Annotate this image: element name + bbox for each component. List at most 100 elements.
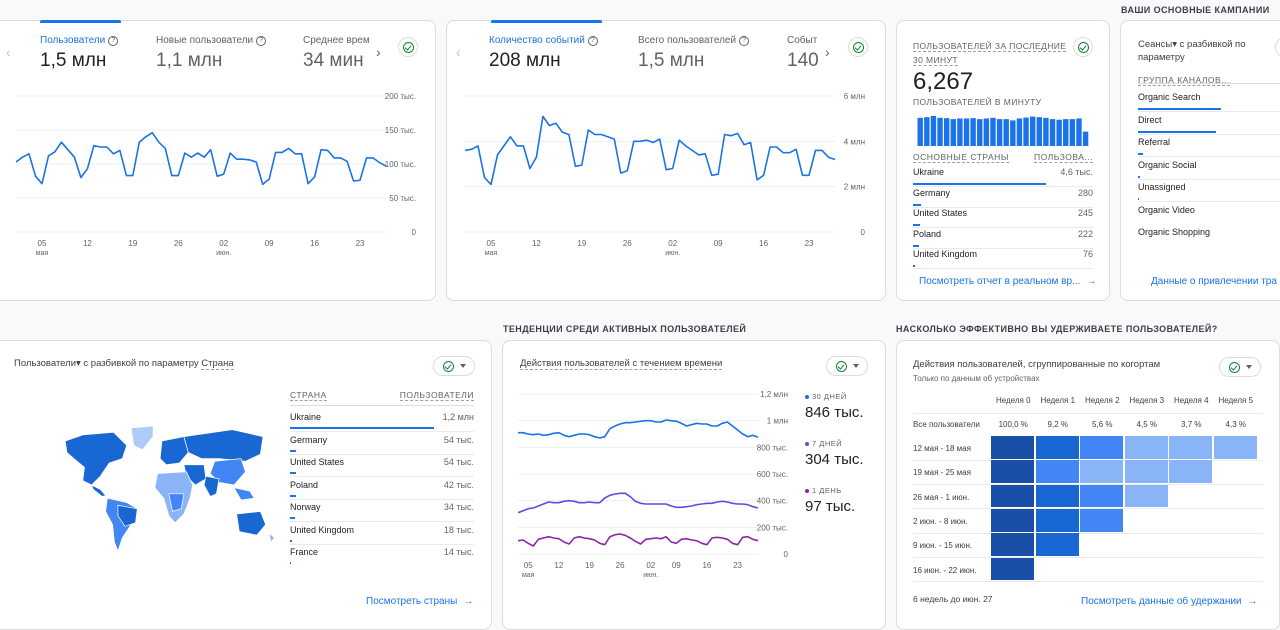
y-tick-label: 0 [412,228,417,237]
country-name: United States [290,457,345,467]
channel-name: Unassigned [1138,182,1186,192]
cohort-cell[interactable] [1035,508,1079,532]
cohort-cell[interactable] [991,436,1034,459]
realtime-report-link[interactable]: Посмотреть отчет в реальном вр... → [919,276,1096,287]
cohort-cell[interactable] [1080,508,1123,532]
prev-metric-button[interactable]: ‹ [6,44,11,60]
check-circle-icon [835,360,847,372]
cohort-cell[interactable] [991,533,1034,556]
country-row[interactable]: United Kingdom 18 тыс. [290,525,474,547]
channel-row[interactable]: Organic Video [1138,205,1280,227]
channel-row[interactable]: Direct [1138,115,1280,137]
channel-row[interactable]: Unassigned [1138,182,1280,204]
legend-value: 304 тыс. [805,451,864,468]
check-dropdown-button[interactable] [1219,357,1261,377]
country-row[interactable]: Germany 280 [913,188,1093,208]
country-row[interactable]: Ukraine 1,2 млн [290,412,474,434]
kpi-new-users[interactable]: Новые пользователи? 1,1 млн [156,35,267,72]
prev-metric-button[interactable]: ‹ [456,44,461,60]
cohort-cell[interactable] [1035,533,1079,556]
help-icon[interactable]: ? [587,35,598,46]
cohort-cell[interactable] [1169,436,1212,459]
series-line [465,115,836,186]
country-row[interactable]: United States 245 [913,208,1093,228]
view-retention-link[interactable]: Посмотреть данные об удержании → [1081,596,1258,607]
cohort-cell[interactable] [1035,436,1079,459]
check-icon-button[interactable] [1073,37,1093,57]
y-tick-label: 200 тыс. [757,523,788,532]
russia-asia [183,429,264,462]
help-icon[interactable]: ? [256,35,267,46]
cohort-cell[interactable] [991,508,1034,532]
row-divider [913,557,1263,558]
campaigns-title[interactable]: Сеансы▾ с разбивкой по параметру [1138,38,1268,64]
col-users[interactable]: ПОЛЬЗОВА... [1034,152,1093,163]
cohort-cell[interactable] [1124,460,1168,484]
cohort-cell[interactable] [991,460,1034,484]
channel-name: Organic Search [1138,92,1201,102]
kpi-total-users[interactable]: Всего пользователей? 1,5 млн [638,35,750,72]
cohort-cell[interactable] [1080,436,1123,459]
check-icon-button[interactable] [848,37,868,57]
help-icon[interactable]: ? [739,35,750,46]
col-channel-group[interactable]: ГРУППА КАНАЛОВ... [1138,75,1230,86]
legend-item: 7 ДНЕЙ 304 тыс. [805,439,864,468]
cohort-cell[interactable] [1213,436,1257,459]
x-tick-label: 12 [83,239,92,248]
x-tick-label: 19 [585,561,594,570]
all-users-value: 4,5 % [1136,420,1157,429]
country-row[interactable]: Germany 54 тыс. [290,435,474,457]
channel-row[interactable]: Organic Search [1138,92,1280,114]
country-row[interactable]: United Kingdom 76 [913,249,1093,269]
check-icon-button[interactable] [398,37,418,57]
country-row[interactable]: Poland 42 тыс. [290,480,474,502]
col-country[interactable]: СТРАНА [290,390,327,401]
kpi-avg-time[interactable]: Среднее врем 34 мин [303,35,369,72]
next-metric-button[interactable]: › [376,44,381,60]
check-circle-icon [1077,41,1089,53]
country-row[interactable]: France 14 тыс. [290,547,474,569]
active-users-title[interactable]: Действия пользователей с течением времен… [520,358,723,370]
per-minute-bar [1016,118,1023,146]
kpi-events-per-user[interactable]: Событ 140 [787,35,821,72]
check-dropdown-button[interactable] [826,356,868,376]
channel-row[interactable]: Organic Social [1138,160,1280,182]
country-row[interactable]: Poland 222 [913,229,1093,249]
per-minute-bar [1023,117,1029,146]
cohort-cell[interactable] [1035,484,1079,508]
check-dropdown-button[interactable] [433,356,475,376]
col-users[interactable]: ПОЛЬЗОВАТЕЛИ [399,390,474,401]
col-country[interactable]: ОСНОВНЫЕ СТРАНЫ [913,152,1009,163]
x-tick-label: 16 [310,239,319,248]
cohort-cell[interactable] [1035,460,1079,484]
country-row[interactable]: Norway 34 тыс. [290,502,474,524]
x-tick-sublabel: июн. [216,250,231,257]
cohort-cell[interactable] [1080,484,1123,508]
metric-selector[interactable]: Пользователи▾ [14,358,81,369]
per-minute-bar [1063,119,1069,146]
cohort-cell[interactable] [991,484,1034,508]
country-name: United Kingdom [290,524,355,535]
kpi-users[interactable]: Пользователи? 1,5 млн [40,35,119,72]
cohort-cell[interactable] [1124,436,1168,459]
cohort-cell[interactable] [991,557,1034,581]
row-divider [290,431,474,432]
cohort-cell[interactable] [1169,460,1212,484]
help-icon[interactable]: ? [108,35,119,46]
country-row[interactable]: United States 54 тыс. [290,457,474,479]
per-minute-bar [963,118,970,146]
view-countries-link[interactable]: Посмотреть страны → [366,596,473,607]
kpi-event-count[interactable]: Количество событий? 208 млн [489,35,598,72]
channel-row[interactable]: Referral [1138,137,1280,159]
x-tick-label: 05 [487,239,496,248]
next-metric-button[interactable]: › [825,44,830,60]
kpi-value: 208 млн [489,50,561,71]
y-tick-label: 1,2 млн [760,390,788,399]
cohort-cell[interactable] [1124,484,1168,508]
acquisition-link[interactable]: Данные о привлечении тра [1151,276,1277,287]
cohort-cell[interactable] [1080,460,1123,484]
dimension-selector[interactable]: Страна [201,358,234,370]
country-row[interactable]: Ukraine 4,6 тыс. [913,167,1093,187]
week-header: Неделя 2 [1084,396,1120,405]
channel-row[interactable]: Organic Shopping [1138,227,1280,249]
